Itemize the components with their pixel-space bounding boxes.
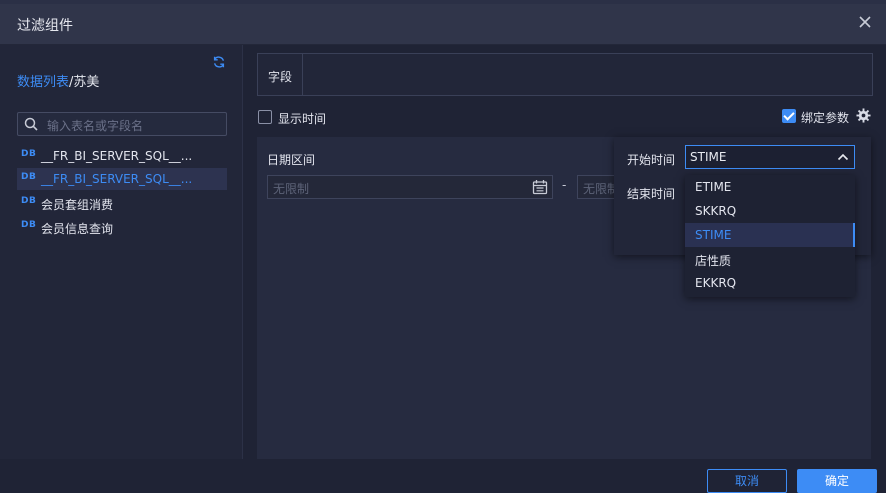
db-icon: DB	[21, 172, 37, 182]
calendar-icon[interactable]	[532, 179, 548, 195]
ok-button[interactable]: 确定	[797, 469, 877, 493]
option-item[interactable]: ETIME	[685, 175, 855, 199]
gear-icon[interactable]	[856, 108, 871, 123]
start-time-select[interactable]: STIME	[685, 145, 855, 169]
chevron-up-icon[interactable]	[836, 150, 850, 164]
option-item[interactable]: EKKRQ	[685, 271, 855, 295]
db-icon: DB	[21, 196, 37, 206]
option-label: 店性质	[695, 254, 732, 268]
option-item[interactable]: SKKRQ	[685, 199, 855, 223]
field-divider	[302, 54, 303, 95]
table-item[interactable]: DB 会员信息查询	[17, 216, 227, 238]
start-time-label: 开始时间	[627, 153, 676, 167]
breadcrumb-current: 苏美	[73, 75, 100, 90]
search-input[interactable]: 输入表名或字段名	[17, 112, 227, 136]
search-icon	[24, 117, 38, 131]
search-placeholder: 输入表名或字段名	[47, 119, 144, 133]
date-start-input[interactable]: 无限制	[267, 175, 553, 199]
refresh-icon[interactable]	[212, 55, 226, 69]
close-icon[interactable]	[855, 12, 875, 32]
option-item-selected[interactable]: STIME	[685, 223, 855, 247]
end-time-label: 结束时间	[627, 187, 676, 201]
table-item[interactable]: DB __FR_BI_SERVER_SQL__...	[17, 145, 227, 167]
option-label: EKKRQ	[695, 276, 737, 290]
dialog-header: 过滤组件	[0, 4, 886, 45]
show-time-label[interactable]: 显示时间	[278, 110, 326, 127]
option-label: SKKRQ	[695, 204, 737, 218]
breadcrumb: 数据列表/苏美	[17, 71, 99, 90]
db-icon: DB	[21, 149, 37, 159]
start-time-options: ETIME SKKRQ STIME 店性质 EKKRQ	[685, 175, 855, 297]
date-range-label: 日期区间	[267, 153, 316, 167]
date-start-placeholder: 无限制	[273, 182, 310, 196]
dialog-title: 过滤组件	[17, 18, 73, 34]
bind-params-checkbox[interactable]	[782, 109, 796, 123]
start-time-value: STIME	[690, 150, 727, 164]
field-label: 字段	[268, 70, 293, 84]
option-label: ETIME	[695, 180, 732, 194]
bind-params-label[interactable]: 绑定参数	[801, 109, 849, 126]
field-drop-zone[interactable]: 字段	[257, 53, 873, 96]
date-range-separator: -	[562, 178, 567, 192]
table-item-label: __FR_BI_SERVER_SQL__...	[41, 149, 193, 163]
cancel-button[interactable]: 取消	[707, 469, 787, 493]
table-item-label: 会员信息查询	[41, 222, 114, 236]
table-item[interactable]: DB 会员套组消费	[17, 192, 227, 214]
table-item-selected[interactable]: DB __FR_BI_SERVER_SQL__...	[17, 168, 227, 190]
table-list-panel	[0, 45, 243, 459]
show-time-checkbox[interactable]	[258, 110, 272, 124]
option-label: STIME	[695, 228, 732, 242]
table-item-label: 会员套组消费	[41, 198, 114, 212]
option-item[interactable]: 店性质	[685, 247, 855, 271]
table-item-label: __FR_BI_SERVER_SQL__...	[41, 172, 193, 186]
breadcrumb-root[interactable]: 数据列表	[17, 75, 69, 90]
db-icon: DB	[21, 220, 37, 230]
